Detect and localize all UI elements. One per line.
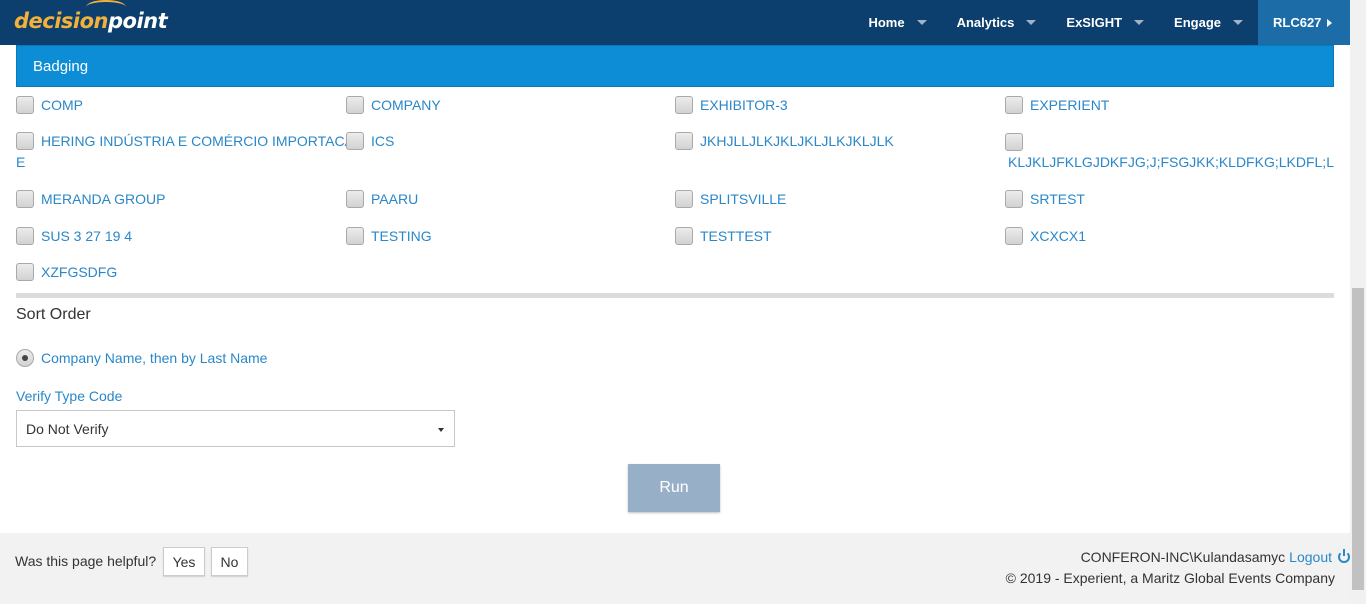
checkbox[interactable] [1005, 227, 1023, 245]
verify-selected-value: Do Not Verify [26, 421, 109, 437]
power-icon[interactable] [1338, 549, 1350, 563]
scrollbar-thumb[interactable] [1352, 288, 1364, 590]
sort-order-heading: Sort Order [16, 306, 91, 323]
company-option[interactable]: ICS [346, 131, 394, 152]
checkbox[interactable] [346, 96, 364, 114]
company-label: TESTING [371, 228, 432, 244]
nav-analytics-label: Analytics [956, 15, 1015, 30]
run-button[interactable]: Run [628, 464, 720, 512]
dropdown-arrow-icon [438, 428, 444, 432]
caret-down-icon [1233, 20, 1243, 25]
copyright-text: © 2019 - Experient, a Maritz Global Even… [1005, 570, 1335, 586]
logout-link[interactable]: Logout [1289, 549, 1332, 565]
checkbox[interactable] [16, 227, 34, 245]
footer-username: CONFERON-INC\Kulandasamyc [1080, 549, 1286, 565]
checkbox[interactable] [675, 227, 693, 245]
verify-type-code-select[interactable]: Do Not Verify [16, 410, 455, 447]
checkbox[interactable] [346, 227, 364, 245]
company-option[interactable]: SUS 3 27 19 4 [16, 226, 132, 247]
helpful-no-button[interactable]: No [211, 547, 248, 576]
checkbox[interactable] [346, 132, 364, 150]
company-label: EXHIBITOR-3 [700, 97, 788, 113]
sort-option-company-lastname[interactable]: Company Name, then by Last Name [16, 349, 267, 367]
caret-down-icon [1026, 20, 1037, 25]
company-label: COMPANY [371, 97, 441, 113]
yes-label: Yes [172, 553, 196, 570]
caret-down-icon [916, 20, 927, 25]
logo-swoosh-icon [86, 0, 126, 14]
run-label: Run [659, 479, 689, 496]
company-label: SPLITSVILLE [700, 191, 787, 207]
company-option[interactable]: TESTTEST [675, 226, 772, 247]
company-label: PAARU [371, 191, 419, 207]
company-label: XZFGSDFG [41, 264, 118, 280]
company-label-wrap: KLJKLJFKLGJDKFJG;J;FSGJKK;KLDFKG;LKDFL;L [1008, 154, 1334, 170]
helpful-yes-button[interactable]: Yes [163, 547, 205, 576]
company-option[interactable]: PAARU [346, 189, 418, 210]
checkbox[interactable] [16, 132, 34, 150]
checkbox[interactable] [1005, 96, 1023, 114]
company-label: SRTEST [1030, 191, 1085, 207]
company-option[interactable]: EXHIBITOR-3 [675, 95, 788, 116]
company-option[interactable]: SPLITSVILLE [675, 189, 786, 210]
company-label: JKHJLLJLKJKLJKLJLKJKLJLK [700, 133, 894, 149]
section-divider [16, 293, 1334, 298]
section-title: Badging [33, 58, 89, 75]
badging-section-header[interactable]: Badging [16, 45, 1334, 87]
company-option[interactable]: JKHJLLJLKJKLJKLJLKJKLJLK [675, 131, 894, 152]
checkbox[interactable] [675, 190, 693, 208]
footer-user-line: CONFERON-INC\Kulandasamyc Logout [1081, 549, 1350, 565]
company-option[interactable]: SRTEST [1005, 189, 1085, 210]
main-nav: Home Analytics ExSIGHT Engage RLC627 [853, 0, 1350, 45]
sort-option-label: Company Name, then by Last Name [41, 350, 268, 366]
checkbox[interactable] [346, 190, 364, 208]
helpful-question: Was this page helpful? [15, 553, 157, 569]
company-option[interactable]: XZFGSDFG [16, 262, 117, 283]
nav-exsight-label: ExSIGHT [1066, 15, 1123, 30]
company-option[interactable]: COMP [16, 95, 83, 116]
user-name: RLC627 [1273, 15, 1322, 30]
company-option[interactable]: HERING INDÚSTRIA E COMÉRCIO IMPORTACA [16, 131, 354, 152]
caret-down-icon [1134, 20, 1145, 25]
caret-right-icon [1327, 18, 1333, 27]
company-label: XCXCX1 [1030, 228, 1087, 244]
nav-user-menu[interactable]: RLC627 [1258, 0, 1350, 45]
nav-engage[interactable]: Engage [1159, 0, 1258, 45]
nav-analytics[interactable]: Analytics [942, 0, 1052, 45]
top-navbar: decisionpoint Home Analytics ExSIGHT Eng… [0, 0, 1350, 45]
nav-engage-label: Engage [1174, 15, 1221, 30]
company-label-wrap: E [16, 154, 26, 170]
checkbox[interactable] [16, 96, 34, 114]
company-option[interactable] [1005, 132, 1030, 151]
company-option[interactable]: XCXCX1 [1005, 226, 1086, 247]
nav-exsight[interactable]: ExSIGHT [1051, 0, 1159, 45]
no-label: No [220, 553, 239, 570]
company-option[interactable]: COMPANY [346, 95, 441, 116]
checkbox[interactable] [675, 96, 693, 114]
company-label: ICS [371, 133, 395, 149]
verify-type-code-label: Verify Type Code [16, 388, 123, 404]
checkbox[interactable] [16, 263, 34, 281]
company-label: SUS 3 27 19 4 [41, 228, 133, 244]
company-option[interactable]: MERANDA GROUP [16, 189, 165, 210]
company-option[interactable]: EXPERIENT [1005, 95, 1109, 116]
company-label: HERING INDÚSTRIA E COMÉRCIO IMPORTACA [41, 133, 354, 149]
checkbox[interactable] [675, 132, 693, 150]
radio-button[interactable] [16, 349, 34, 367]
company-label: COMP [41, 97, 83, 113]
nav-home-label: Home [868, 15, 905, 30]
checkbox[interactable] [16, 190, 34, 208]
company-label: EXPERIENT [1030, 97, 1110, 113]
company-label: TESTTEST [700, 228, 772, 244]
nav-home[interactable]: Home [853, 0, 941, 45]
company-option[interactable]: TESTING [346, 226, 432, 247]
company-label: MERANDA GROUP [41, 191, 166, 207]
checkbox[interactable] [1005, 133, 1023, 151]
checkbox[interactable] [1005, 190, 1023, 208]
